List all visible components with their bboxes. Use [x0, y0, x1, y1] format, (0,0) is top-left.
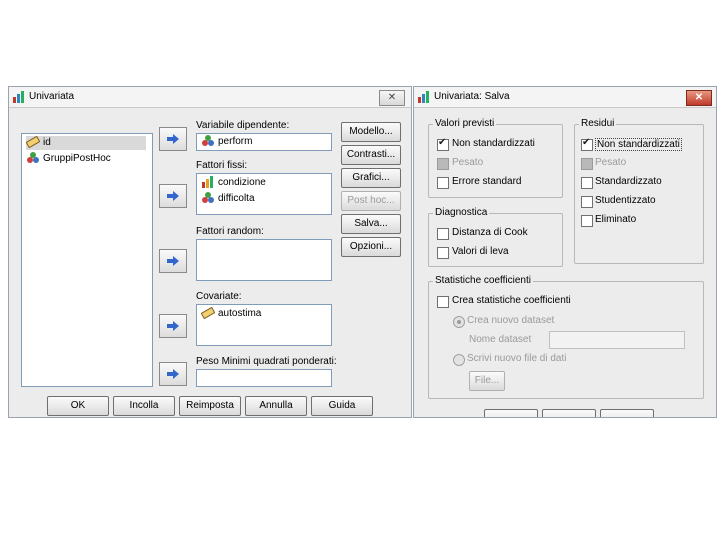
- scale-icon: [202, 135, 214, 147]
- app-icon: [418, 91, 429, 103]
- group-label: Valori previsti: [433, 118, 497, 129]
- checkbox[interactable]: [437, 228, 449, 240]
- save-titlebar: Univariata: Salva ✕: [414, 87, 716, 108]
- group-label: Diagnostica: [433, 207, 490, 218]
- arrow-right-icon: [167, 191, 179, 201]
- checkbox-label: Valori di leva: [452, 246, 509, 257]
- checkbox[interactable]: [581, 177, 593, 189]
- diagnostics-group: Diagnostica Distanza di Cook Valori di l…: [428, 207, 563, 267]
- arrow-right-icon: [167, 256, 179, 266]
- dataset-name-input[interactable]: [549, 331, 685, 349]
- radio-label: Scrivi nuovo file di dati: [467, 353, 567, 364]
- checkbox[interactable]: [581, 215, 593, 227]
- move-to-random-button[interactable]: [159, 249, 187, 273]
- list-item[interactable]: GruppiPostHoc: [26, 152, 111, 166]
- continue-button[interactable]: [484, 409, 538, 417]
- move-to-wls-button[interactable]: [159, 362, 187, 386]
- checkbox-label: Pesato: [595, 157, 627, 168]
- ruler-icon: [201, 307, 215, 320]
- nominal-icon: [202, 192, 214, 204]
- help-button[interactable]: Guida: [311, 396, 373, 416]
- checkbox[interactable]: [437, 177, 449, 189]
- residuals-group: Residui Non standardizzati Pesato Standa…: [574, 118, 704, 264]
- bar-chart-icon: [202, 176, 213, 189]
- arrow-right-icon: [167, 134, 179, 144]
- fixed-factors-label: Fattori fissi:: [196, 160, 248, 171]
- cancel-button[interactable]: [542, 409, 596, 417]
- checkbox[interactable]: [581, 137, 593, 151]
- ok-button[interactable]: OK: [47, 396, 109, 416]
- close-icon: ✕: [387, 92, 397, 103]
- paste-button[interactable]: Incolla: [113, 396, 175, 416]
- checkbox-label: Non standardizzati: [595, 138, 682, 151]
- save-dialog: Univariata: Salva ✕ Valori previsti Non …: [413, 86, 717, 418]
- univariate-dialog: Univariata ✕ id GruppiPostHoc Variabile …: [8, 86, 412, 418]
- options-button[interactable]: Opzioni...: [341, 237, 401, 257]
- ruler-icon: [26, 136, 40, 149]
- predicted-values-group: Valori previsti Non standardizzati Pesat…: [428, 118, 563, 198]
- dependent-label: Variabile dipendente:: [196, 120, 290, 131]
- radio-label: Crea nuovo dataset: [467, 315, 555, 326]
- fixed-factors-list[interactable]: condizione difficolta: [196, 173, 332, 215]
- checkbox[interactable]: [437, 158, 449, 170]
- list-item[interactable]: perform: [201, 135, 252, 149]
- wls-field[interactable]: [196, 369, 332, 387]
- checkbox[interactable]: [437, 247, 449, 259]
- cancel-button[interactable]: Annulla: [245, 396, 307, 416]
- reset-button[interactable]: Reimposta: [179, 396, 241, 416]
- random-factors-label: Fattori random:: [196, 226, 264, 237]
- model-button[interactable]: Modello...: [341, 122, 401, 142]
- covariates-list[interactable]: autostima: [196, 304, 332, 346]
- close-button[interactable]: ✕: [379, 90, 405, 106]
- list-item[interactable]: difficolta: [201, 192, 255, 206]
- source-variable-list[interactable]: id GruppiPostHoc: [21, 133, 153, 387]
- checkbox-label: Non standardizzati: [452, 138, 535, 149]
- app-icon: [13, 91, 24, 103]
- group-label: Residui: [579, 118, 617, 129]
- checkbox[interactable]: [437, 137, 449, 151]
- checkbox-label: Studentizzato: [595, 195, 656, 206]
- radio-button[interactable]: [453, 316, 465, 328]
- close-icon: ✕: [694, 92, 704, 103]
- dataset-name-label: Nome dataset: [469, 334, 532, 345]
- dependent-field[interactable]: perform: [196, 133, 332, 151]
- checkbox[interactable]: [581, 158, 593, 170]
- covariates-label: Covariate:: [196, 291, 242, 302]
- radio-button[interactable]: [453, 354, 465, 366]
- dialog-title: Univariata: Salva: [434, 91, 510, 102]
- checkbox-label: Eliminato: [595, 214, 637, 225]
- univariate-titlebar: Univariata ✕: [9, 87, 411, 108]
- dialog-title: Univariata: [29, 91, 75, 102]
- checkbox-label: Distanza di Cook: [452, 227, 528, 238]
- group-label: Statistiche coefficienti: [433, 275, 533, 286]
- checkbox-label: Pesato: [452, 157, 484, 168]
- nominal-icon: [27, 152, 39, 164]
- help-button[interactable]: [600, 409, 654, 417]
- random-factors-list[interactable]: [196, 239, 332, 281]
- checkbox-label: Crea statistiche coefficienti: [452, 295, 571, 306]
- move-to-fixed-button[interactable]: [159, 184, 187, 208]
- file-button[interactable]: File...: [469, 371, 505, 391]
- close-button[interactable]: ✕: [686, 90, 712, 106]
- plots-button[interactable]: Grafici...: [341, 168, 401, 188]
- wls-label: Peso Minimi quadrati ponderati:: [196, 356, 337, 367]
- list-item[interactable]: autostima: [201, 307, 261, 321]
- save-button[interactable]: Salva...: [341, 214, 401, 234]
- move-to-covariate-button[interactable]: [159, 314, 187, 338]
- contrasts-button[interactable]: Contrasti...: [341, 145, 401, 165]
- coefficient-stats-group: Statistiche coefficienti Crea statistich…: [428, 275, 704, 399]
- checkbox[interactable]: [581, 196, 593, 208]
- list-item[interactable]: condizione: [201, 176, 266, 190]
- list-item[interactable]: id: [26, 136, 146, 150]
- post-hoc-button[interactable]: Post hoc...: [341, 191, 401, 211]
- move-to-dependent-button[interactable]: [159, 127, 187, 151]
- checkbox-label: Errore standard: [452, 176, 522, 187]
- arrow-right-icon: [167, 321, 179, 331]
- checkbox[interactable]: [437, 296, 449, 308]
- checkbox-label: Standardizzato: [595, 176, 662, 187]
- arrow-right-icon: [167, 369, 179, 379]
